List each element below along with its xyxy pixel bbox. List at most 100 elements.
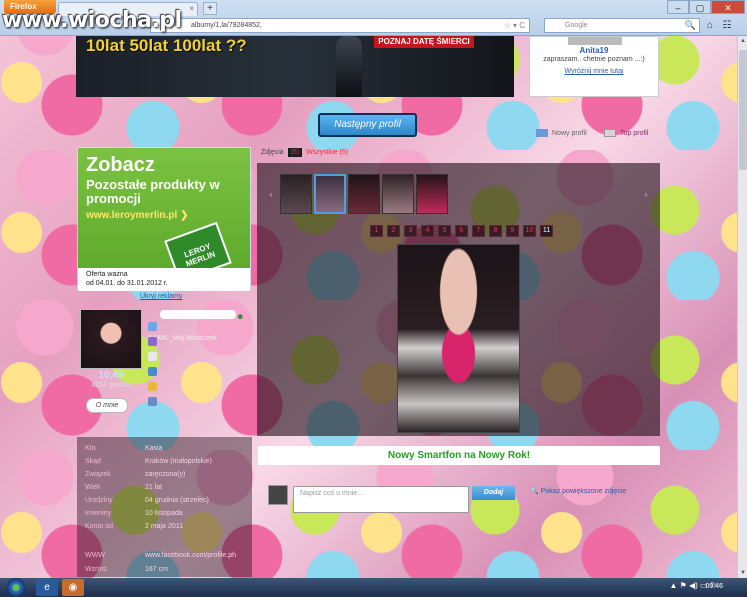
tab-all-photos[interactable]: Wszystkie (5) — [306, 149, 348, 156]
gift-icon[interactable] — [148, 367, 157, 376]
website-link[interactable]: www.facebook.com/profile.ph — [145, 552, 236, 559]
ad-url-text: www.leroymerlin.pl — [86, 210, 178, 221]
banner-headline: 10lat 50lat 100lat ?? — [86, 36, 247, 55]
info-value: 167 cm — [145, 566, 168, 573]
firefox-icon[interactable]: ◉ — [62, 579, 84, 596]
featured-user-photo[interactable] — [568, 37, 622, 45]
profile-votes: 4264 głosów — [91, 382, 131, 389]
mood-icon[interactable] — [148, 337, 157, 346]
profile-status: KAMIL_Mój Misiaczek — [148, 335, 217, 342]
photo-thumbnail[interactable] — [280, 174, 312, 214]
url-text: albumy/1,la/79284852, — [191, 22, 262, 29]
minimize-button[interactable]: – — [667, 0, 689, 14]
page-button[interactable]: 7 — [472, 225, 485, 237]
message-icon[interactable] — [148, 352, 157, 361]
highlight-me-link[interactable]: Wyróżnij mnie tutaj — [530, 68, 658, 75]
start-button[interactable] — [2, 578, 30, 597]
taskbar-clock[interactable]: 00:46 — [705, 583, 723, 590]
page-button[interactable]: 9 — [506, 225, 519, 237]
enlarge-photo-link[interactable]: 🔍 Pokaż powiększone zdjęcie — [530, 487, 626, 495]
maximize-button[interactable]: ▢ — [689, 0, 711, 14]
new-tab-button[interactable]: + — [203, 2, 217, 15]
page-button[interactable]: 5 — [438, 225, 451, 237]
top-banner-ad[interactable]: 10lat 50lat 100lat ?? POZNAJ DATĘ ŚMIERC… — [76, 36, 514, 97]
info-label: WWW — [85, 552, 105, 559]
page-button[interactable]: 2 — [387, 225, 400, 237]
photo-thumbnail[interactable] — [348, 174, 380, 214]
profile-photo[interactable] — [80, 309, 142, 369]
page-button-current[interactable]: 11 — [540, 225, 553, 237]
friends-icon[interactable] — [148, 397, 157, 406]
info-row: Kto Kasia — [85, 445, 163, 452]
address-bar-icons[interactable]: ☆ ▾ C — [504, 21, 525, 30]
ad-url[interactable]: www.leroymerlin.pl ❯ — [86, 210, 189, 221]
promo-banner[interactable]: Nowy Smartfon na Nowy Rok! — [258, 446, 660, 465]
info-label: Imieniny — [85, 510, 112, 517]
home-icon[interactable]: ⌂ — [703, 18, 717, 33]
add-comment-button[interactable]: Dodaj — [472, 486, 515, 500]
info-row: Wiek 21 lat — [85, 484, 162, 491]
profile-info-table: Kto Kasia Skąd Kraków (małopolskie) Związe… — [77, 437, 252, 577]
search-icon[interactable]: 🔍 — [685, 20, 696, 31]
page-button[interactable]: 4 — [421, 225, 434, 237]
thumbs-prev-icon[interactable]: ‹ — [266, 190, 276, 200]
ad-offer-line2: od 04.01. do 31.01.2012 r. — [86, 280, 168, 287]
tab-close-icon[interactable]: × — [189, 4, 194, 13]
scroll-thumb[interactable] — [739, 50, 747, 170]
new-profile-label: Nowy profil — [552, 129, 587, 137]
ad-headline: Zobacz — [86, 154, 155, 176]
leroy-merlin-ad[interactable]: Zobacz Pozostałe produkty w promocji www… — [77, 147, 251, 291]
smiley-icon: ☻ — [236, 312, 245, 321]
main-photo[interactable] — [397, 244, 520, 433]
info-row: WWW www.facebook.com/profile.ph — [85, 552, 236, 559]
photo-thumbnail[interactable] — [382, 174, 414, 214]
page-button[interactable]: 1 — [370, 225, 383, 237]
info-row: Skąd Kraków (małopolskie) — [85, 458, 212, 465]
magnifier-icon: 🔍 — [530, 488, 539, 495]
page-button[interactable]: 10 — [523, 225, 536, 237]
comment-input[interactable]: Napisz coś u mnie... — [293, 486, 469, 513]
info-label: Konto od — [85, 523, 114, 530]
info-value: Kasia — [145, 445, 163, 452]
featured-user-card: Anita19 zapraszam.. chetnie poznam ...:)… — [529, 36, 659, 97]
top-profile-label: Top profil — [620, 129, 649, 137]
info-label: Związek — [85, 471, 111, 478]
thumbs-next-icon[interactable]: › — [641, 190, 651, 200]
photo-thumbnail-selected[interactable] — [314, 174, 346, 214]
next-profile-button[interactable]: Następny profil — [318, 113, 417, 137]
internet-explorer-icon[interactable]: e — [36, 579, 58, 596]
info-value: zaręczona(y) — [145, 471, 186, 478]
info-value: 04 grudnia (strzelec) — [145, 497, 209, 504]
photo-thumbnails — [280, 174, 448, 214]
tab-photos-label[interactable]: Zdjęcia — [261, 149, 284, 156]
about-me-button[interactable]: O mnie — [86, 398, 128, 413]
info-row: Urodziny 04 grudnia (strzelec) — [85, 497, 209, 504]
info-icon[interactable] — [148, 322, 157, 331]
page-button[interactable]: 3 — [404, 225, 417, 237]
photos-tabs: Zdjęcia (5) Wszystkie (5) — [261, 148, 348, 157]
profile-score: 10,49 — [98, 370, 124, 381]
page-button[interactable]: 8 — [489, 225, 502, 237]
search-input[interactable]: Google 🔍 — [544, 18, 700, 33]
page-scrollbar[interactable]: ▲ ▼ — [737, 36, 747, 578]
hide-ads-link[interactable]: Ukryj reklamy — [140, 293, 182, 300]
star-icon[interactable] — [148, 382, 157, 391]
address-bar[interactable]: albumy/1,la/79284852, ☆ ▾ C — [150, 18, 530, 33]
photo-count[interactable]: (5) — [287, 148, 303, 157]
photo-thumbnail[interactable] — [416, 174, 448, 214]
info-value: 2 maja 2011 — [145, 523, 184, 530]
bookmarks-icon[interactable]: ☷ — [720, 18, 734, 33]
close-window-button[interactable]: ✕ — [711, 0, 745, 14]
page-button[interactable]: 6 — [455, 225, 468, 237]
scroll-down-icon[interactable]: ▼ — [738, 568, 747, 578]
info-row: Konto od 2 maja 2011 — [85, 523, 183, 530]
new-profile-link[interactable]: Nowy profil — [536, 129, 587, 137]
banner-red-label: POZNAJ DATĘ ŚMIERCI — [374, 36, 474, 48]
new-profile-icon — [536, 129, 548, 137]
scroll-up-icon[interactable]: ▲ — [738, 36, 747, 46]
top-profile-link[interactable]: Top profil — [604, 129, 648, 137]
info-row: Imieniny 10 listopada — [85, 510, 183, 517]
featured-user-name[interactable]: Anita19 — [530, 46, 658, 55]
ad-offer: Oferta ważna od 04.01. do 31.01.2012 r. — [78, 268, 250, 291]
search-placeholder: Google — [565, 22, 588, 29]
